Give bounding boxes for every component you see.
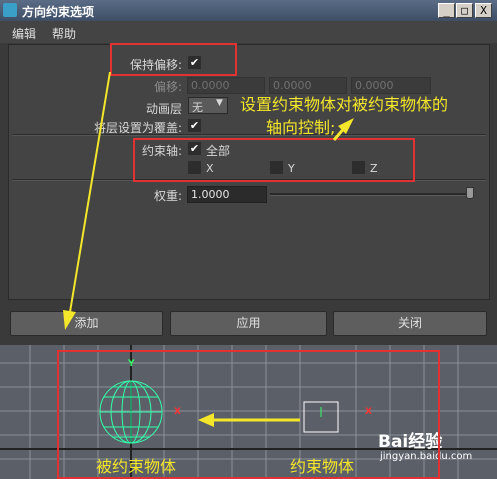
arrow-down-icon	[63, 310, 76, 330]
annotation-arrows	[63, 71, 354, 330]
